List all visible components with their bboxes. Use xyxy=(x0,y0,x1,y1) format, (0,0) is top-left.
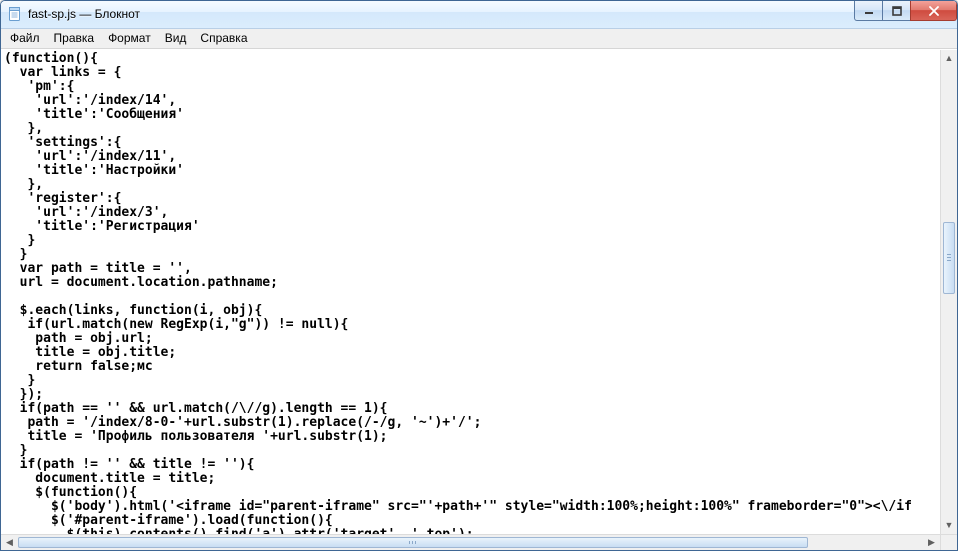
scroll-right-button[interactable]: ▶ xyxy=(923,535,940,550)
chevron-left-icon: ◀ xyxy=(6,538,13,547)
menu-format[interactable]: Формат xyxy=(101,29,158,47)
scroll-corner xyxy=(940,535,957,550)
horizontal-scroll-thumb[interactable] xyxy=(18,537,808,548)
scroll-up-button[interactable]: ▲ xyxy=(941,50,957,67)
menu-help[interactable]: Справка xyxy=(193,29,254,47)
title-bar[interactable]: fast-sp.js — Блокнот xyxy=(1,1,957,29)
chevron-down-icon: ▼ xyxy=(945,521,954,530)
window-title: fast-sp.js — Блокнот xyxy=(28,7,140,21)
text-area[interactable]: (function(){ var links = { 'pm':{ 'url':… xyxy=(1,50,940,534)
window-controls xyxy=(855,1,957,21)
chevron-up-icon: ▲ xyxy=(945,54,954,63)
menu-edit[interactable]: Правка xyxy=(47,29,102,47)
vertical-scroll-track[interactable] xyxy=(941,67,957,517)
maximize-button[interactable] xyxy=(882,1,911,21)
menu-bar: Файл Правка Формат Вид Справка xyxy=(1,29,957,49)
chevron-right-icon: ▶ xyxy=(928,538,935,547)
scroll-down-button[interactable]: ▼ xyxy=(941,517,957,534)
client-area: (function(){ var links = { 'pm':{ 'url':… xyxy=(1,49,957,534)
menu-view[interactable]: Вид xyxy=(158,29,194,47)
close-button[interactable] xyxy=(910,1,957,21)
app-window: fast-sp.js — Блокнот Файл Правка Формат … xyxy=(0,0,958,551)
notepad-icon xyxy=(7,6,23,22)
vertical-scrollbar[interactable]: ▲ ▼ xyxy=(940,50,957,534)
vertical-scroll-thumb[interactable] xyxy=(943,222,955,294)
horizontal-scroll-track[interactable] xyxy=(18,535,923,550)
minimize-button[interactable] xyxy=(854,1,883,21)
scroll-left-button[interactable]: ◀ xyxy=(1,535,18,550)
horizontal-scrollbar[interactable]: ◀ ▶ xyxy=(1,534,957,550)
menu-file[interactable]: Файл xyxy=(3,29,47,47)
document-text[interactable]: (function(){ var links = { 'pm':{ 'url':… xyxy=(1,50,940,534)
